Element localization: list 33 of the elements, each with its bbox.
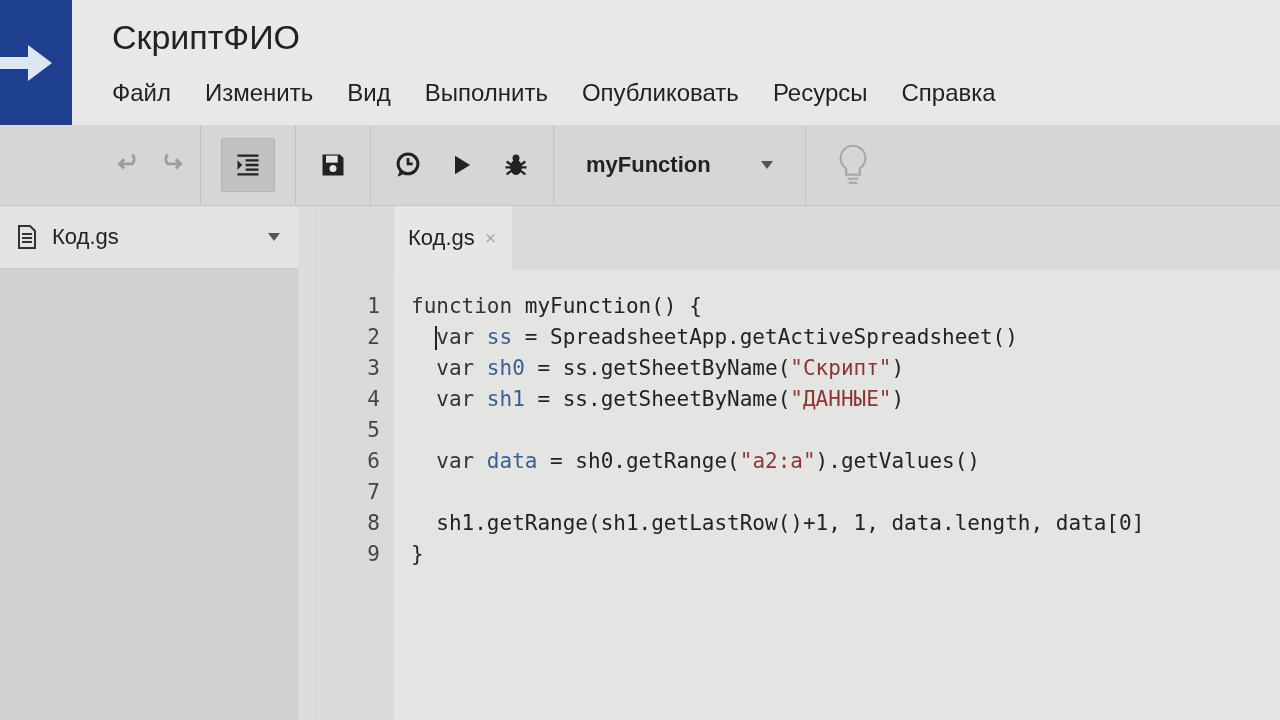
caret-icon[interactable] [268, 233, 280, 241]
menu-item[interactable]: Справка [901, 79, 996, 107]
line-number: 8 [367, 510, 380, 535]
line-number: 6 [367, 448, 380, 473]
code-line: sh1.getRange(sh1.getLastRow()+1, 1, data.length, data[0] [435, 510, 1145, 535]
line-number: 3 [367, 355, 380, 380]
menu-item[interactable]: Ресурсы [772, 79, 868, 107]
menu-item[interactable]: Изменить [205, 79, 314, 107]
line-number: 7 [367, 479, 380, 504]
file-name: Код.gs [52, 224, 120, 250]
caret-icon [760, 161, 773, 169]
menu-item[interactable]: Файл [112, 79, 171, 107]
code-line: var sh1 = ss.getSheetByName("ДАННЫЕ") [435, 386, 905, 411]
code-line: var ss = SpreadsheetApp.getActiveSpreadsheet() [434, 324, 1018, 349]
code-line: } [411, 541, 424, 566]
line-number: 2 [367, 324, 380, 349]
document-icon [18, 225, 36, 249]
line-number: 9 [367, 541, 380, 566]
line-number: 4 [367, 386, 380, 411]
code-line: function myFunction() { [411, 293, 702, 318]
line-number: 5 [367, 417, 380, 442]
line-number: 1 [367, 293, 380, 318]
clock-icon [394, 151, 422, 179]
code-line: var sh0 = ss.getSheetByName("Скрипт") [435, 355, 905, 380]
menu-item[interactable]: Вид [347, 79, 391, 107]
indent-button[interactable] [221, 138, 275, 192]
file-tab[interactable]: Код.gs × [394, 206, 513, 270]
code-line: var data = sh0.getRange("a2:a").getValues() [435, 448, 980, 473]
file-item[interactable]: Код.gs [0, 206, 298, 269]
project-title[interactable]: СкриптФИО [112, 18, 996, 57]
function-dropdown[interactable]: myFunction [564, 138, 795, 192]
menu-item[interactable]: Выполнить [424, 79, 548, 107]
menu-item[interactable]: Опубликовать [581, 79, 739, 107]
